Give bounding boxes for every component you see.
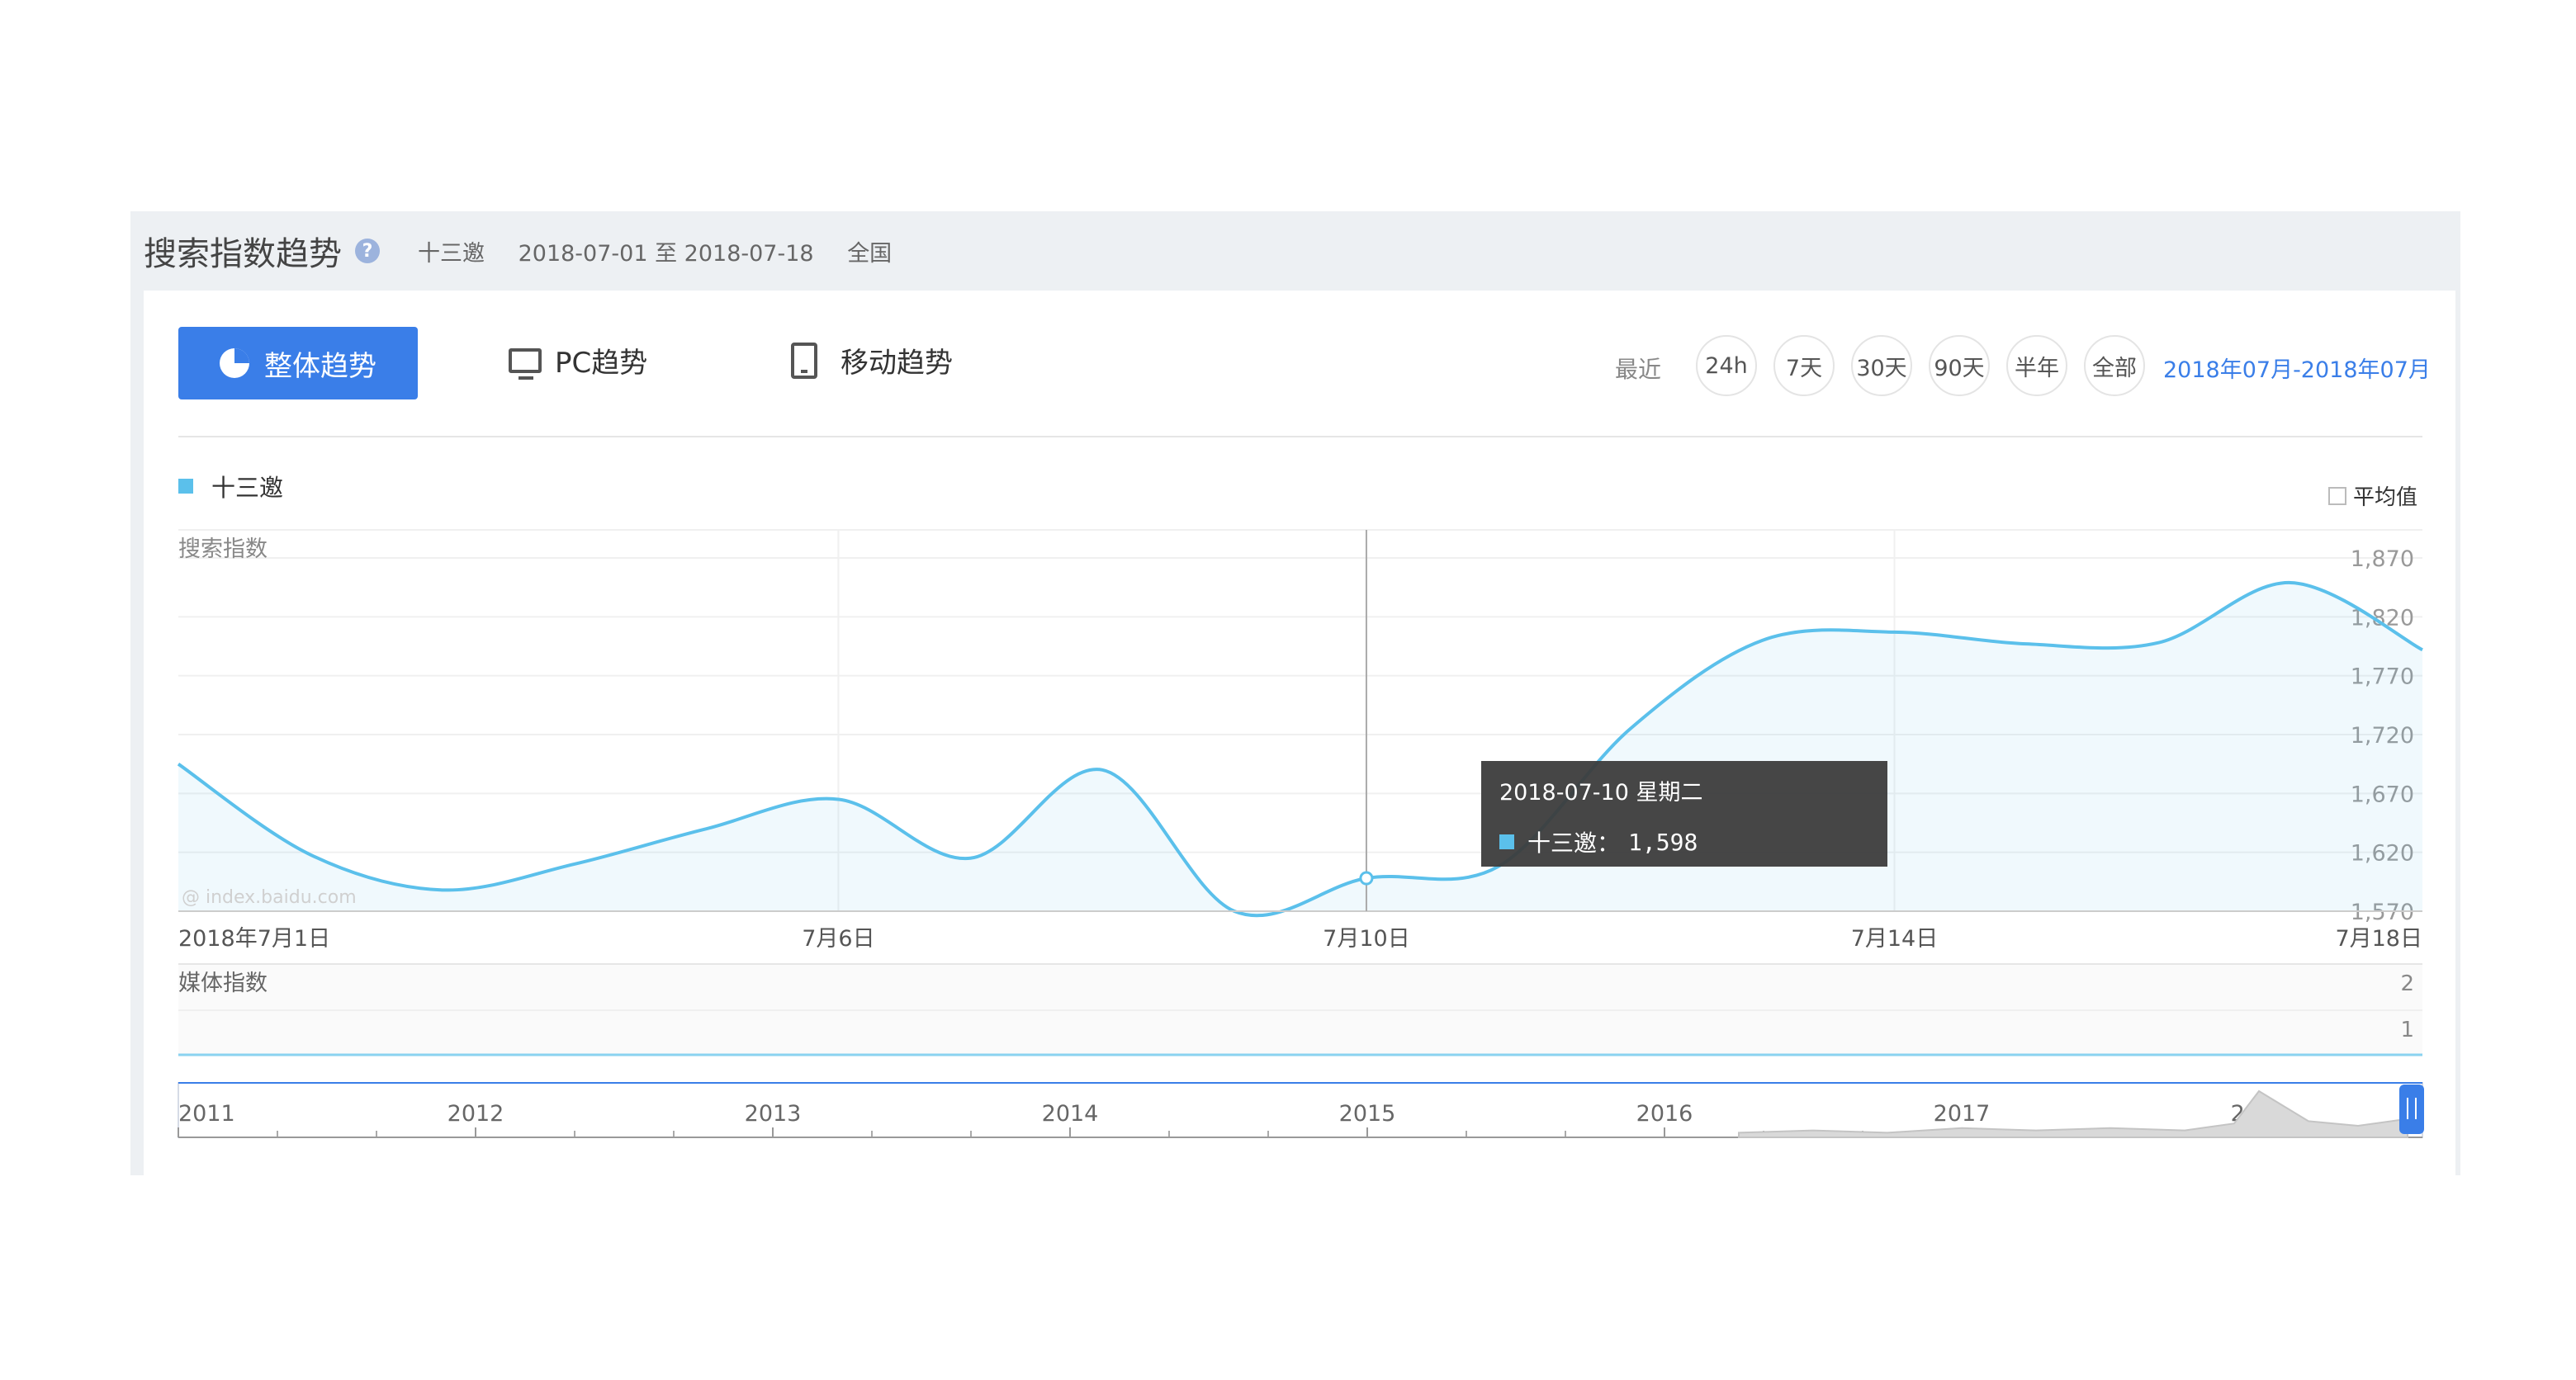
media-y-tick: 1: [2400, 1018, 2414, 1042]
overview-year-label: 2015: [1339, 1101, 1396, 1127]
x-tick-label: 2018年7月1日: [178, 926, 330, 952]
media-y-tick: 2: [2400, 971, 2414, 996]
y-axis-label: 搜索指数: [178, 536, 268, 562]
overview-year-label: 2012: [447, 1101, 504, 1127]
overview-year-label: 2014: [1042, 1101, 1099, 1127]
watermark: @ index.baidu.com: [182, 887, 357, 908]
highlight-point: [1359, 871, 1374, 886]
chart-tooltip: 2018-07-10 星期二 十三邀： 1,598: [1481, 761, 1887, 867]
x-tick-label: 7月10日: [1323, 926, 1410, 952]
tooltip-series: 十三邀：: [1527, 829, 1621, 857]
overview-year-label: 2011: [178, 1101, 235, 1127]
overview-year-label: 2013: [745, 1101, 802, 1127]
tooltip-value: 1,598: [1628, 828, 1698, 856]
range-handle[interactable]: [2399, 1085, 2424, 1134]
overview-year-label: 2017: [1934, 1101, 1991, 1127]
x-tick-label: 7月18日: [2335, 926, 2422, 952]
series-area: [178, 582, 2422, 916]
overview-year-label: 2016: [1636, 1101, 1693, 1127]
tooltip-row: 十三邀： 1,598: [1499, 825, 1698, 858]
x-tick-label: 7月6日: [802, 926, 874, 952]
x-tick-label: 7月14日: [1851, 926, 1939, 952]
chart-svg: 1,8701,8201,7701,7201,6701,6201,5702018年…: [177, 529, 2424, 1138]
y-tick-label: 1,870: [2351, 546, 2414, 572]
media-index-label: 媒体指数: [178, 971, 268, 996]
tooltip-swatch: [1499, 834, 1514, 849]
tooltip-date: 2018-07-10 星期二: [1499, 780, 1703, 806]
